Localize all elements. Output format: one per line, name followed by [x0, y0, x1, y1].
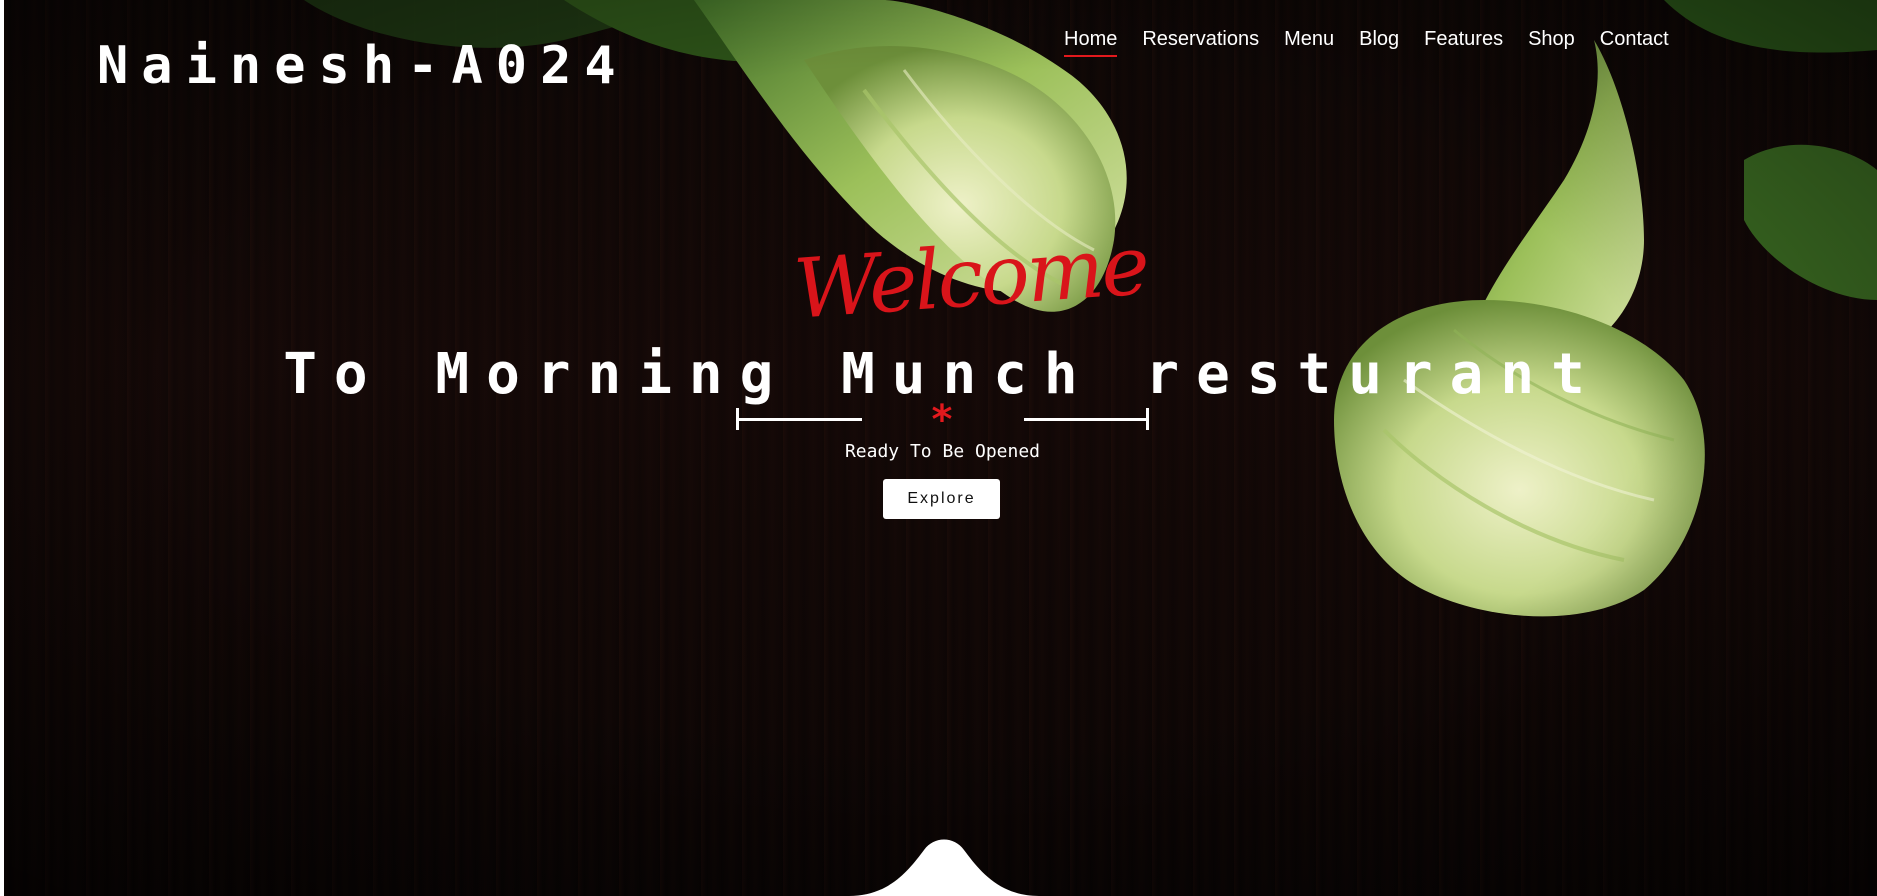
nav-item-shop[interactable]: Shop [1528, 28, 1575, 57]
divider-line-left [738, 418, 862, 421]
main-nav: Home Reservations Menu Blog Features Sho… [1064, 28, 1669, 57]
divider-line-right [1024, 418, 1148, 421]
brand-logo[interactable]: Nainesh-A024 [97, 36, 629, 96]
nav-item-reservations[interactable]: Reservations [1142, 28, 1259, 57]
wave-notch-icon[interactable] [849, 830, 1039, 896]
divider-cap-right [1146, 408, 1149, 430]
nav-item-home[interactable]: Home [1064, 28, 1118, 57]
hero-tagline: Ready To Be Opened [844, 441, 1041, 462]
nav-item-features[interactable]: Features [1424, 28, 1503, 57]
asterisk-icon: * [931, 397, 953, 443]
hero-section: Nainesh-A024 Home Reservations Menu Blog… [4, 0, 1877, 896]
explore-button[interactable]: Explore [883, 479, 1000, 519]
nav-item-contact[interactable]: Contact [1600, 28, 1669, 57]
nav-item-blog[interactable]: Blog [1359, 28, 1399, 57]
ornamental-divider: * [734, 400, 1150, 440]
page: Nainesh-A024 Home Reservations Menu Blog… [0, 0, 1877, 896]
nav-item-menu[interactable]: Menu [1284, 28, 1334, 57]
